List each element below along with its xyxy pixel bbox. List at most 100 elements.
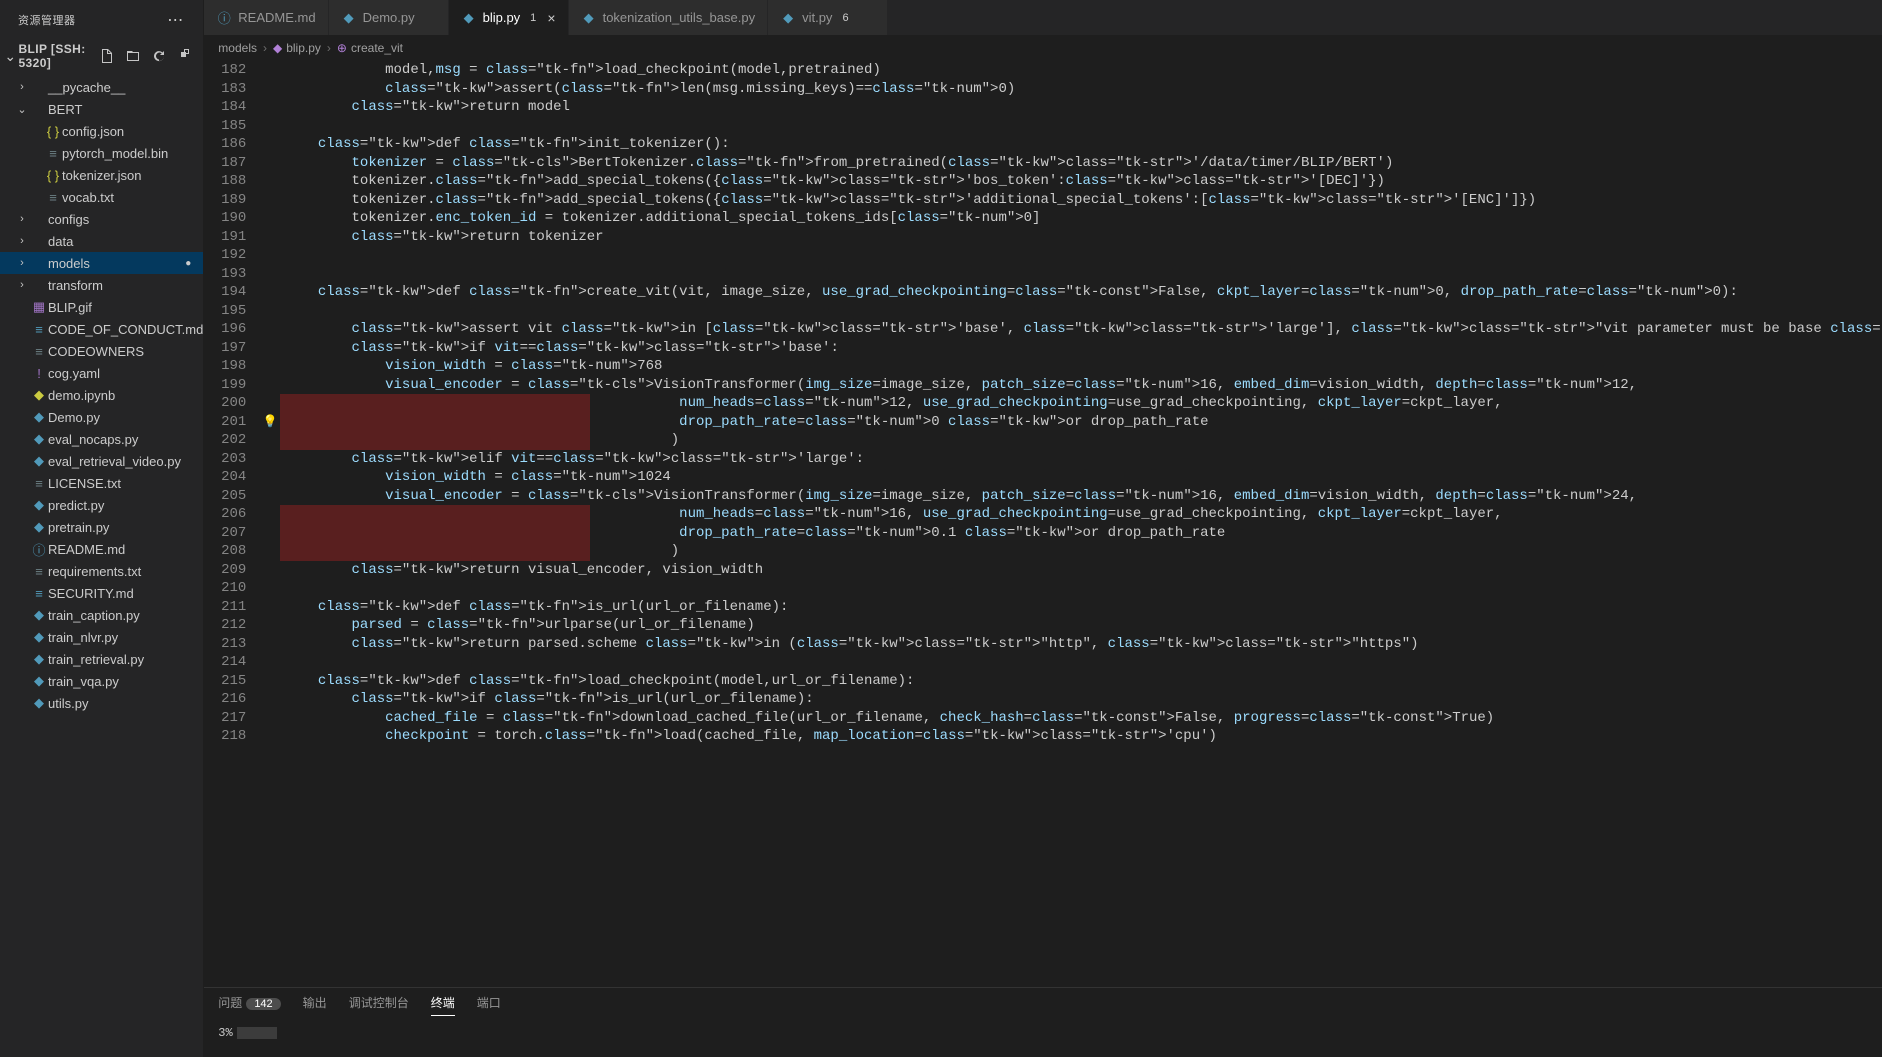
tree-file[interactable]: ◆utils.py (0, 692, 203, 714)
code-editor[interactable]: 1821831841851861871881891901911921931941… (204, 61, 1882, 987)
code-line[interactable]: num_heads=class="tk-num">16, use_grad_ch… (280, 505, 1882, 524)
tree-file[interactable]: ≡pytorch_model.bin (0, 142, 203, 164)
tree-file[interactable]: ◆train_caption.py (0, 604, 203, 626)
glyph-cell (260, 616, 280, 635)
code-line[interactable]: tokenizer.class="tk-fn">add_special_toke… (280, 172, 1882, 191)
new-file-icon[interactable] (99, 48, 115, 64)
py-icon: ◆ (30, 673, 48, 689)
tree-file[interactable]: ≡requirements.txt (0, 560, 203, 582)
panel-tab[interactable]: 问题142 (218, 994, 280, 1016)
code-line[interactable]: tokenizer = class="tk-cls">BertTokenizer… (280, 154, 1882, 173)
tree-file[interactable]: ≡vocab.txt (0, 186, 203, 208)
tree-file[interactable]: ≡CODEOWNERS (0, 340, 203, 362)
code-line[interactable]: drop_path_rate=class="tk-num">0 class="t… (280, 413, 1882, 432)
breadcrumb-item[interactable]: models (218, 41, 257, 55)
code-line[interactable]: ) (280, 542, 1882, 561)
code-line[interactable] (280, 653, 1882, 672)
md-icon: ≡ (30, 586, 48, 601)
glyph-cell (260, 135, 280, 154)
breadcrumb-item[interactable]: ⊕create_vit (337, 41, 403, 55)
explorer-more-icon[interactable]: ⋯ (163, 10, 187, 30)
project-header[interactable]: ⌄ BLIP [SSH: 5320] (0, 38, 203, 74)
panel-tab[interactable]: 端口 (477, 994, 501, 1016)
tree-file[interactable]: ◆train_nlvr.py (0, 626, 203, 648)
tree-file[interactable]: ⓘREADME.md (0, 538, 203, 560)
panel-tab[interactable]: 调试控制台 (349, 994, 409, 1016)
code-line[interactable]: class="tk-kw">def class="tk-fn">create_v… (280, 283, 1882, 302)
tree-folder[interactable]: ›__pycache__ (0, 76, 203, 98)
tree-file[interactable]: ≡CODE_OF_CONDUCT.md (0, 318, 203, 340)
code-line[interactable]: drop_path_rate=class="tk-num">0.1 class=… (280, 524, 1882, 543)
editor-tab[interactable]: ◆vit.py6 (768, 0, 888, 35)
code-line[interactable]: visual_encoder = class="tk-cls">VisionTr… (280, 376, 1882, 395)
new-folder-icon[interactable] (125, 48, 141, 64)
code-line[interactable]: class="tk-kw">def class="tk-fn">load_che… (280, 672, 1882, 691)
tree-file[interactable]: { }config.json (0, 120, 203, 142)
tree-folder[interactable]: ›transform (0, 274, 203, 296)
code-line[interactable]: checkpoint = torch.class="tk-fn">load(ca… (280, 727, 1882, 746)
code-line[interactable]: class="tk-kw">if class="tk-fn">is_url(ur… (280, 690, 1882, 709)
tree-file[interactable]: ◆eval_nocaps.py (0, 428, 203, 450)
code-line[interactable]: class="tk-kw">def class="tk-fn">init_tok… (280, 135, 1882, 154)
tree-file[interactable]: ≡LICENSE.txt (0, 472, 203, 494)
file-tree[interactable]: ›__pycache__⌄BERT{ }config.json≡pytorch_… (0, 74, 203, 1057)
tree-file[interactable]: !cog.yaml (0, 362, 203, 384)
code-line[interactable]: vision_width = class="tk-num">1024 (280, 468, 1882, 487)
terminal-body[interactable]: 3% (204, 1022, 1882, 1044)
code-line[interactable]: tokenizer.enc_token_id = tokenizer.addit… (280, 209, 1882, 228)
collapse-all-icon[interactable] (177, 48, 193, 64)
code-line[interactable] (280, 246, 1882, 265)
refresh-icon[interactable] (151, 48, 167, 64)
panel-tab[interactable]: 输出 (303, 994, 327, 1016)
code-line[interactable]: class="tk-kw">return tokenizer (280, 228, 1882, 247)
code-line[interactable]: visual_encoder = class="tk-cls">VisionTr… (280, 487, 1882, 506)
editor-tab[interactable]: ◆blip.py1× (449, 0, 569, 35)
code-line[interactable]: class="tk-kw">def class="tk-fn">is_url(u… (280, 598, 1882, 617)
code-line[interactable]: class="tk-kw">return model (280, 98, 1882, 117)
tree-folder[interactable]: ›configs (0, 208, 203, 230)
lightbulb-icon[interactable]: 💡 (263, 413, 278, 432)
code-line[interactable] (280, 579, 1882, 598)
line-number: 209 (204, 561, 246, 580)
breadcrumb-item[interactable]: ◆blip.py (273, 41, 321, 55)
tree-file[interactable]: ◆predict.py (0, 494, 203, 516)
editor-tab[interactable]: ◆Demo.py (329, 0, 449, 35)
tree-file[interactable]: ▦BLIP.gif (0, 296, 203, 318)
tree-folder[interactable]: ›models (0, 252, 203, 274)
code-line[interactable] (280, 117, 1882, 136)
code-line[interactable]: class="tk-kw">return visual_encoder, vis… (280, 561, 1882, 580)
tree-file[interactable]: ◆train_retrieval.py (0, 648, 203, 670)
tree-file[interactable]: ◆eval_retrieval_video.py (0, 450, 203, 472)
code-line[interactable]: class="tk-kw">return parsed.scheme class… (280, 635, 1882, 654)
tree-folder[interactable]: ›data (0, 230, 203, 252)
code-line[interactable]: model,msg = class="tk-fn">load_checkpoin… (280, 61, 1882, 80)
tree-folder[interactable]: ⌄BERT (0, 98, 203, 120)
code-line[interactable]: cached_file = class="tk-fn">download_cac… (280, 709, 1882, 728)
breadcrumb-label: models (218, 41, 257, 55)
tree-file[interactable]: { }tokenizer.json (0, 164, 203, 186)
code-line[interactable]: class="tk-kw">assert vit class="tk-kw">i… (280, 320, 1882, 339)
close-icon[interactable]: × (547, 10, 555, 26)
editor-tab[interactable]: ⓘREADME.md (204, 0, 328, 35)
code-content[interactable]: model,msg = class="tk-fn">load_checkpoin… (280, 61, 1882, 987)
code-line[interactable]: tokenizer.class="tk-fn">add_special_toke… (280, 191, 1882, 210)
explorer-title: 资源管理器 (18, 12, 76, 28)
panel-tab[interactable]: 终端 (431, 994, 455, 1016)
tree-file[interactable]: ◆train_vqa.py (0, 670, 203, 692)
tree-file[interactable]: ◆demo.ipynb (0, 384, 203, 406)
code-line[interactable]: parsed = class="tk-fn">urlparse(url_or_f… (280, 616, 1882, 635)
tree-file[interactable]: ≡SECURITY.md (0, 582, 203, 604)
code-line[interactable]: class="tk-kw">elif vit==class="tk-kw">cl… (280, 450, 1882, 469)
code-line[interactable]: vision_width = class="tk-num">768 (280, 357, 1882, 376)
code-line[interactable] (280, 302, 1882, 321)
code-line[interactable]: class="tk-kw">assert(class="tk-fn">len(m… (280, 80, 1882, 99)
editor-tab[interactable]: ◆tokenization_utils_base.py (569, 0, 769, 35)
code-line[interactable]: ) (280, 431, 1882, 450)
tree-file[interactable]: ◆Demo.py (0, 406, 203, 428)
code-line[interactable]: num_heads=class="tk-num">12, use_grad_ch… (280, 394, 1882, 413)
tree-file[interactable]: ◆pretrain.py (0, 516, 203, 538)
tree-item-label: SECURITY.md (48, 586, 134, 601)
code-line[interactable]: class="tk-kw">if vit==class="tk-kw">clas… (280, 339, 1882, 358)
code-line[interactable] (280, 265, 1882, 284)
py-icon: ◆ (30, 651, 48, 667)
